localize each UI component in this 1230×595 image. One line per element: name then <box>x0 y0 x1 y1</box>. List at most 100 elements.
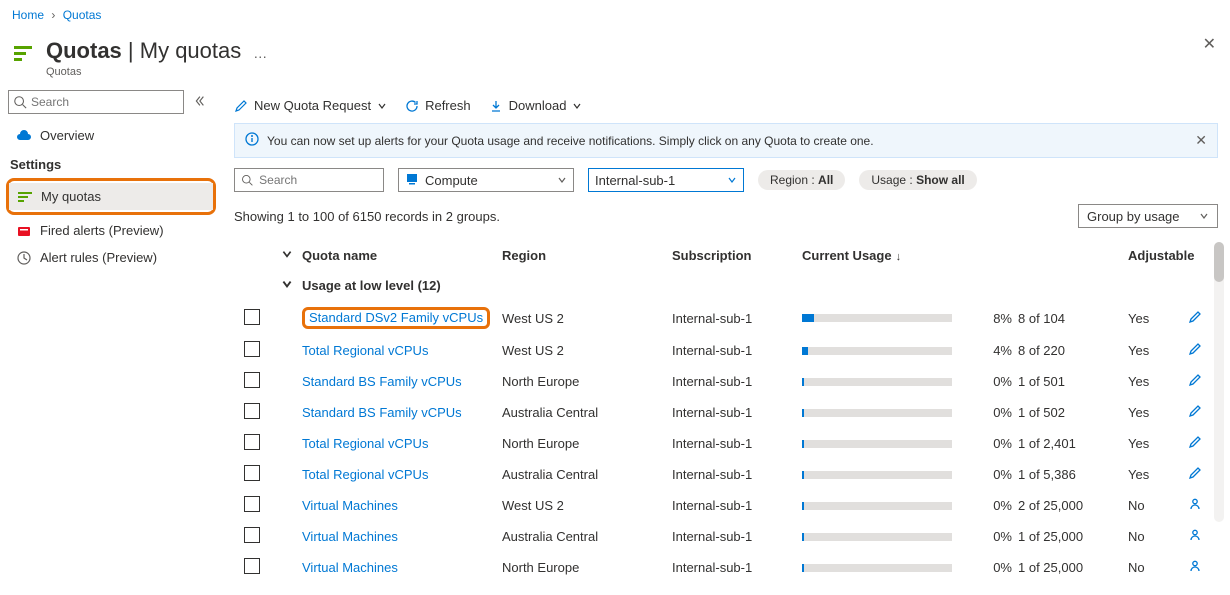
table-row: Virtual MachinesWest US 2Internal-sub-10… <box>234 490 1218 521</box>
quota-link[interactable]: Standard BS Family vCPUs <box>302 374 462 389</box>
my-quotas-highlight: My quotas <box>6 178 216 215</box>
row-checkbox[interactable] <box>244 558 260 574</box>
sidebar-item-my-quotas[interactable]: My quotas <box>9 183 213 210</box>
row-checkbox[interactable] <box>244 527 260 543</box>
chevron-down-icon <box>572 101 582 111</box>
sidebar-item-fired-alerts[interactable]: Fired alerts (Preview) <box>8 217 216 244</box>
row-checkbox[interactable] <box>244 309 260 325</box>
quota-link[interactable]: Virtual Machines <box>302 498 398 513</box>
cell-quota-name: Virtual Machines <box>302 498 502 513</box>
table-row: Virtual MachinesNorth EuropeInternal-sub… <box>234 552 1218 583</box>
cell-adjustable: Yes <box>1128 405 1188 420</box>
cell-usage-bar <box>802 378 972 386</box>
quota-table: Quota name Region Subscription Current U… <box>234 242 1218 583</box>
cell-usage-bar <box>802 440 972 448</box>
cell-region: West US 2 <box>502 498 672 513</box>
cell-usage-bar <box>802 471 972 479</box>
cell-subscription: Internal-sub-1 <box>672 529 802 544</box>
page-name: My quotas <box>140 38 242 64</box>
quota-link[interactable]: Virtual Machines <box>302 529 398 544</box>
new-quota-label: New Quota Request <box>254 98 371 113</box>
download-label: Download <box>509 98 567 113</box>
refresh-icon <box>405 99 419 113</box>
banner-close-button[interactable]: ✕ <box>1195 132 1207 149</box>
refresh-button[interactable]: Refresh <box>405 98 471 113</box>
quota-search[interactable] <box>234 168 384 192</box>
new-quota-request-button[interactable]: New Quota Request <box>234 98 387 113</box>
quota-search-input[interactable] <box>259 173 377 187</box>
quota-link[interactable]: Total Regional vCPUs <box>302 467 428 482</box>
cell-usage-pct: 0% <box>972 467 1018 482</box>
person-icon[interactable] <box>1188 528 1218 545</box>
col-quota-name[interactable]: Quota name <box>302 248 502 263</box>
breadcrumb-sep: › <box>51 8 55 22</box>
row-checkbox[interactable] <box>244 372 260 388</box>
cell-subscription: Internal-sub-1 <box>672 436 802 451</box>
group-row[interactable]: Usage at low level (12) <box>234 270 1218 301</box>
more-menu-button[interactable]: … <box>253 45 267 61</box>
chevron-down-icon <box>377 101 387 111</box>
cloud-icon <box>16 130 32 142</box>
group-by-dropdown[interactable]: Group by usage <box>1078 204 1218 228</box>
quota-link[interactable]: Total Regional vCPUs <box>302 343 428 358</box>
cell-region: North Europe <box>502 436 672 451</box>
col-subscription[interactable]: Subscription <box>672 248 802 263</box>
cell-adjustable: No <box>1128 560 1188 575</box>
quota-link[interactable]: Virtual Machines <box>302 560 398 575</box>
cell-usage-text: 8 of 104 <box>1018 311 1128 326</box>
quota-link[interactable]: Total Regional vCPUs <box>302 436 428 451</box>
sidebar-item-overview[interactable]: Overview <box>8 122 216 149</box>
person-icon[interactable] <box>1188 559 1218 576</box>
collapse-sidebar-button[interactable] <box>192 94 206 111</box>
region-filter-pill[interactable]: Region : All <box>758 170 845 190</box>
row-checkbox[interactable] <box>244 496 260 512</box>
sidebar-search-input[interactable] <box>31 95 179 109</box>
chevron-down-icon <box>272 278 302 293</box>
quota-link[interactable]: Standard DSv2 Family vCPUs <box>309 310 483 325</box>
cell-usage-text: 2 of 25,000 <box>1018 498 1128 513</box>
col-region[interactable]: Region <box>502 248 672 263</box>
scrollbar-thumb[interactable] <box>1214 242 1224 282</box>
cell-usage-bar <box>802 409 972 417</box>
breadcrumb-current[interactable]: Quotas <box>63 8 102 22</box>
row-checkbox[interactable] <box>244 341 260 357</box>
subscription-dropdown[interactable]: Internal-sub-1 <box>588 168 744 192</box>
region-label: Region : <box>770 173 818 187</box>
expand-all-button[interactable] <box>272 248 302 263</box>
row-checkbox[interactable] <box>244 465 260 481</box>
row-checkbox[interactable] <box>244 434 260 450</box>
col-adjustable[interactable]: Adjustable <box>1128 248 1188 263</box>
breadcrumb-home[interactable]: Home <box>12 8 44 22</box>
quota-link[interactable]: Standard BS Family vCPUs <box>302 405 462 420</box>
info-icon <box>245 132 259 149</box>
col-current-usage[interactable]: Current Usage↓ <box>802 248 972 263</box>
compute-icon <box>405 172 419 189</box>
cell-quota-name: Standard BS Family vCPUs <box>302 374 502 389</box>
info-banner: You can now set up alerts for your Quota… <box>234 123 1218 158</box>
cell-usage-bar <box>802 533 972 541</box>
page-subtitle: | <box>122 38 140 64</box>
cell-usage-pct: 0% <box>972 560 1018 575</box>
cell-quota-name: Virtual Machines <box>302 560 502 575</box>
download-button[interactable]: Download <box>489 98 583 113</box>
cell-adjustable: Yes <box>1128 467 1188 482</box>
cell-quota-name: Standard BS Family vCPUs <box>302 405 502 420</box>
row-checkbox[interactable] <box>244 403 260 419</box>
cell-adjustable: Yes <box>1128 311 1188 326</box>
scrollbar[interactable] <box>1214 242 1224 522</box>
provider-dropdown[interactable]: Compute <box>398 168 574 192</box>
close-button[interactable]: ✕ <box>1203 34 1216 54</box>
cell-usage-text: 1 of 501 <box>1018 374 1128 389</box>
cell-usage-bar <box>802 502 972 510</box>
cell-usage-text: 1 of 25,000 <box>1018 560 1128 575</box>
usage-filter-pill[interactable]: Usage : Show all <box>859 170 976 190</box>
refresh-label: Refresh <box>425 98 471 113</box>
cell-region: Australia Central <box>502 529 672 544</box>
cell-quota-name: Total Regional vCPUs <box>302 436 502 451</box>
sidebar-item-alert-rules[interactable]: Alert rules (Preview) <box>8 244 216 271</box>
cell-adjustable: Yes <box>1128 343 1188 358</box>
cell-region: West US 2 <box>502 343 672 358</box>
cell-usage-bar <box>802 347 972 355</box>
sidebar-search[interactable] <box>8 90 184 114</box>
search-icon <box>241 173 253 187</box>
